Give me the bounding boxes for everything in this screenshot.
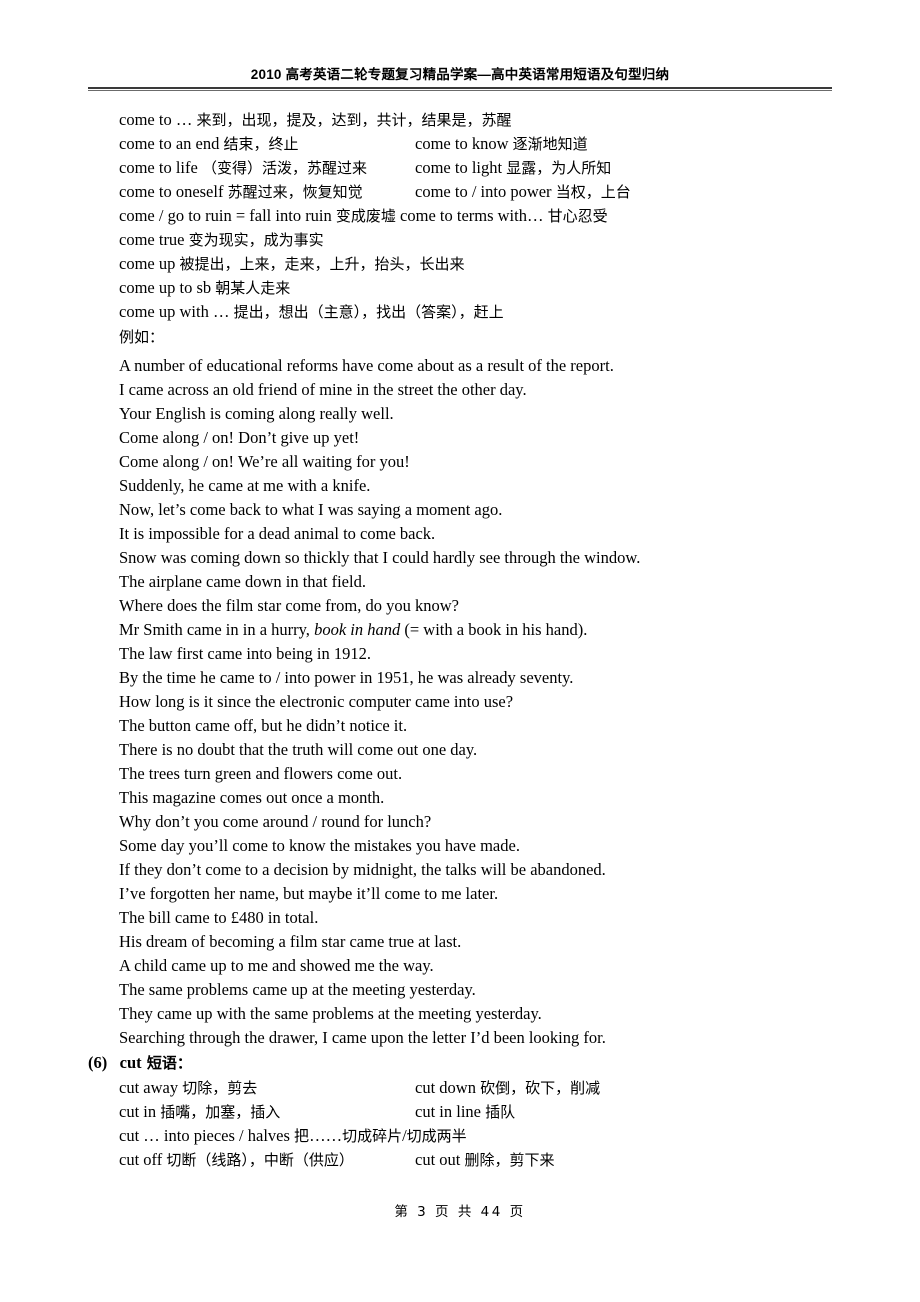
section-number: (6) xyxy=(88,1053,108,1072)
example-sentence: A child came up to me and showed me the … xyxy=(119,956,434,975)
cut-phrase-row: cut … into pieces / halves 把……切成碎片/切成两半 xyxy=(0,1124,920,1148)
cut-phrase-col1: cut … into pieces / halves 把……切成碎片/切成两半 xyxy=(119,1126,467,1145)
cut-phrase-list: cut away 切除，剪去 cut down 砍倒，砍下，削减 cut in 插嘴… xyxy=(0,1076,920,1172)
example-sentence: How long is it since the electronic comp… xyxy=(119,692,514,711)
example-sentence: Where does the film star come from, do y… xyxy=(119,596,459,615)
page-number: 第 3 页 共 44 页 xyxy=(394,1204,526,1220)
come-phrase-col1: come up to sb 朝某人走来 xyxy=(119,278,291,297)
example-sentence: This magazine comes out once a month. xyxy=(119,788,385,807)
example-sentence: A number of educational reforms have com… xyxy=(119,356,614,375)
page-header: 2010 高考英语二轮专题复习精品学案—高中英语常用短语及句型归纳 xyxy=(88,66,832,91)
example-italic-phrase: book in hand xyxy=(314,620,401,639)
header-title: 2010 高考英语二轮专题复习精品学案—高中英语常用短语及句型归纳 xyxy=(250,67,670,82)
come-phrase-row: come / go to ruin = fall into ruin 变成废墟 … xyxy=(0,204,920,228)
cut-phrase-col1: cut off 切断（线路），中断（供应） xyxy=(119,1150,354,1169)
come-phrase-row: come to an end 结束，终止 come to know 逐渐地知道 xyxy=(0,132,920,156)
example-sentence: Suddenly, he came at me with a knife. xyxy=(119,476,371,495)
example-sentence: It is impossible for a dead animal to co… xyxy=(119,524,436,543)
example-sentence: The same problems came up at the meeting… xyxy=(119,980,476,999)
come-phrase-row: come to life （变得）活泼，苏醒过来 come to light 显露… xyxy=(0,156,920,180)
cut-phrase-col2: cut in line 插队 xyxy=(415,1102,516,1121)
document-page: 2010 高考英语二轮专题复习精品学案—高中英语常用短语及句型归纳 come t… xyxy=(0,0,920,1302)
example-sentence: His dream of becoming a film star came t… xyxy=(119,932,462,951)
come-phrase-list: come to … 来到，出现，提及，达到，共计，结果是，苏醒 come to a… xyxy=(0,108,920,324)
section-heading-cut: (6) cut 短语： xyxy=(0,1050,920,1076)
example-sentence: Now, let’s come back to what I was sayin… xyxy=(119,500,503,519)
section-title-latin: cut xyxy=(119,1053,142,1072)
come-phrase-col2: come to light 显露，为人所知 xyxy=(415,158,612,177)
come-phrase-col2: come to know 逐渐地知道 xyxy=(415,134,588,153)
example-sentence: Come along / on! Don’t give up yet! xyxy=(119,428,360,447)
come-phrase-col1: come to an end 结束，终止 xyxy=(119,134,299,153)
come-phrase-col1: come to … 来到，出现，提及，达到，共计，结果是，苏醒 xyxy=(119,110,512,129)
example-label-line: 例如： xyxy=(0,324,920,350)
come-phrase-col2: come to / into power 当权，上台 xyxy=(415,182,631,201)
come-phrase-row: come up 被提出，上来，走来，上升，抬头，长出来 xyxy=(0,252,920,276)
cut-phrase-row: cut in 插嘴，加塞，插入 cut in line 插队 xyxy=(0,1100,920,1124)
example-sentence: I’ve forgotten her name, but maybe it’ll… xyxy=(119,884,499,903)
come-phrase-col1: come to oneself 苏醒过来，恢复知觉 xyxy=(119,182,363,201)
example-sentence: The bill came to £480 in total. xyxy=(119,908,319,927)
cut-phrase-col1: cut in 插嘴，加塞，插入 xyxy=(119,1102,281,1121)
come-phrase-row: come up to sb 朝某人走来 xyxy=(0,276,920,300)
example-sentence: The button came off, but he didn’t notic… xyxy=(119,716,408,735)
come-phrase-col1: come / go to ruin = fall into ruin 变成废墟 … xyxy=(119,206,608,225)
page-footer: 第 3 页 共 44 页 xyxy=(0,1200,920,1221)
section-title-cjk: 短语： xyxy=(141,1054,192,1072)
cut-phrase-col1: cut away 切除，剪去 xyxy=(119,1078,258,1097)
example-sentence: Snow was coming down so thickly that I c… xyxy=(119,548,641,567)
page-content: come to … 来到，出现，提及，达到，共计，结果是，苏醒 come to a… xyxy=(0,108,920,1172)
header-rule-thick xyxy=(88,87,832,89)
example-label: 例如： xyxy=(119,328,165,346)
cut-phrase-row: cut away 切除，剪去 cut down 砍倒，砍下，削减 xyxy=(0,1076,920,1100)
header-rule-thin xyxy=(88,90,832,91)
example-sentence: Why don’t you come around / round for lu… xyxy=(119,812,432,831)
example-sentence: They came up with the same problems at t… xyxy=(119,1004,542,1023)
come-example-list: A number of educational reforms have com… xyxy=(0,354,920,1050)
example-sentence: By the time he came to / into power in 1… xyxy=(119,668,574,687)
cut-phrase-row: cut off 切断（线路），中断（供应） cut out 删除，剪下来 xyxy=(0,1148,920,1172)
example-sentence: Come along / on! We’re all waiting for y… xyxy=(119,452,410,471)
come-phrase-row: come true 变为现实，成为事实 xyxy=(0,228,920,252)
example-sentence: Searching through the drawer, I came upo… xyxy=(119,1028,606,1047)
example-sentence: There is no doubt that the truth will co… xyxy=(119,740,478,759)
example-sentence: Mr Smith came in in a hurry, book in han… xyxy=(119,620,588,639)
example-sentence: Some day you’ll come to know the mistake… xyxy=(119,836,520,855)
come-phrase-row: come to … 来到，出现，提及，达到，共计，结果是，苏醒 xyxy=(0,108,920,132)
cut-phrase-col2: cut down 砍倒，砍下，削减 xyxy=(415,1078,601,1097)
come-phrase-col1: come to life （变得）活泼，苏醒过来 xyxy=(119,158,367,177)
example-sentence: I came across an old friend of mine in t… xyxy=(119,380,527,399)
come-phrase-col1: come up 被提出，上来，走来，上升，抬头，长出来 xyxy=(119,254,465,273)
come-phrase-row: come up with … 提出，想出（主意），找出（答案），赶上 xyxy=(0,300,920,324)
come-phrase-col1: come true 变为现实，成为事实 xyxy=(119,230,324,249)
example-sentence: The law first came into being in 1912. xyxy=(119,644,372,663)
come-phrase-row: come to oneself 苏醒过来，恢复知觉 come to / into … xyxy=(0,180,920,204)
come-phrase-col1: come up with … 提出，想出（主意），找出（答案），赶上 xyxy=(119,302,504,321)
cut-phrase-col2: cut out 删除，剪下来 xyxy=(415,1150,555,1169)
example-sentence: The airplane came down in that field. xyxy=(119,572,366,591)
example-sentence: Your English is coming along really well… xyxy=(119,404,394,423)
example-sentence: The trees turn green and flowers come ou… xyxy=(119,764,403,783)
example-sentence: If they don’t come to a decision by midn… xyxy=(119,860,606,879)
